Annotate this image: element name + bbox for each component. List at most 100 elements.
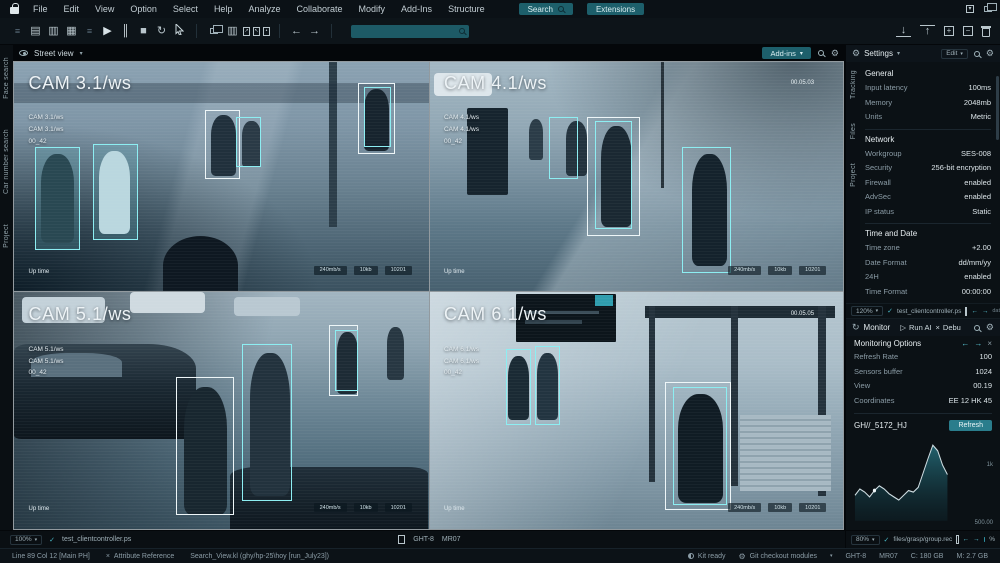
chevron-down-icon[interactable]: ▾ — [80, 50, 83, 57]
toolbar-separator — [331, 24, 332, 38]
upload-icon[interactable]: ↑ — [920, 25, 935, 37]
menubar-search-box[interactable]: Search — [519, 3, 573, 15]
cam-4-feed[interactable]: CAM 4.1/ws CAM 4.1/ws CAM 4.1/ws 00_42 0… — [429, 62, 844, 291]
forward-icon[interactable]: → — [307, 26, 322, 37]
cursor-icon[interactable] — [172, 24, 187, 38]
windows-icon[interactable] — [984, 6, 992, 12]
menu-edit[interactable]: Edit — [56, 4, 88, 14]
refresh-button[interactable]: Refresh — [949, 420, 992, 431]
menu-select[interactable]: Select — [165, 4, 206, 14]
panels-icon[interactable]: ▥ — [225, 26, 240, 37]
close-icon[interactable]: × — [987, 339, 992, 348]
menu-addins[interactable]: Add-Ins — [393, 4, 440, 14]
cam-6-feed[interactable]: CAM 6.1/ws CAM 6.1/ws CAM 6.1/ws 00_42 0… — [429, 291, 844, 529]
chevron-down-icon[interactable]: ▾ — [897, 50, 900, 57]
extensions-button[interactable]: Extensions — [587, 3, 644, 15]
sidebar-item-car-number-search[interactable]: Car number search — [3, 129, 10, 194]
app-window: File Edit View Option Select Help Analyz… — [0, 0, 1000, 563]
zoom-dropdown[interactable]: 80%▾ — [851, 535, 880, 545]
add-icon[interactable]: + — [944, 26, 954, 36]
tab-street-view[interactable]: Street view — [34, 49, 74, 58]
file-icon[interactable] — [965, 307, 967, 316]
next-icon[interactable]: → — [973, 536, 980, 543]
gear-icon[interactable]: ⚙ — [986, 322, 994, 333]
layers-tool-icon[interactable]: ▤ — [28, 26, 43, 37]
stop-icon[interactable]: ■ — [136, 26, 151, 37]
active-file-label[interactable]: test_clientcontroller.ps — [62, 536, 131, 543]
file-icon[interactable] — [956, 535, 958, 544]
monitor-title: Monitor — [864, 323, 891, 332]
menu-analyze[interactable]: Analyze — [240, 4, 288, 14]
cam-5-feed[interactable]: CAM 5.1/ws CAM 5.1/ws CAM 5.1/ws 00_42 U… — [14, 291, 429, 529]
file-icon[interactable] — [398, 535, 405, 544]
menu-structure[interactable]: Structure — [440, 4, 493, 14]
setting-row: Time zone+2.00 — [865, 241, 991, 256]
addins-button[interactable]: Add-ins ▾ — [762, 47, 810, 59]
chevron-down-icon[interactable]: ▾ — [830, 553, 833, 559]
chart-title: GH//_5172_HJ — [854, 421, 907, 430]
list-icon[interactable]: ≡ — [82, 27, 97, 36]
tab-files[interactable]: Files — [850, 123, 857, 139]
import-page-icon[interactable]: ↖ — [253, 27, 260, 36]
debug-button[interactable]: × Debu — [936, 323, 961, 332]
menu-modify[interactable]: Modify — [351, 4, 394, 14]
widget-icon[interactable]: ▾ — [966, 5, 974, 13]
cam-3-sublabels: CAM 3.1/ws CAM 3.1/ws 00_42 — [29, 112, 64, 147]
close-icon[interactable]: × — [106, 553, 110, 560]
active-file-label[interactable]: test_clientcontroller.ps — [897, 308, 961, 315]
gear-icon[interactable]: ⚙ — [831, 48, 839, 59]
remove-icon[interactable]: − — [963, 26, 973, 36]
toolbar-search-input[interactable] — [351, 25, 469, 38]
save-icon[interactable]: ▦ — [64, 26, 79, 37]
zoom-dropdown[interactable]: 120%▾ — [851, 306, 883, 316]
search-icon[interactable] — [974, 51, 980, 57]
next-icon[interactable]: → — [982, 308, 989, 315]
snap-tool-icon[interactable]: ▥ — [46, 26, 61, 37]
next-icon[interactable]: → — [974, 339, 982, 348]
prev-icon[interactable]: ← — [961, 339, 969, 348]
attribute-reference-label[interactable]: Attribute Reference — [114, 553, 174, 560]
menu-option[interactable]: Option — [122, 4, 165, 14]
tab-project[interactable]: Project — [850, 163, 857, 187]
prev-icon[interactable]: ← — [971, 308, 978, 315]
download-icon[interactable]: ↓ — [896, 25, 911, 37]
pause-icon[interactable]: ║ — [118, 26, 133, 37]
tab-tracking[interactable]: Tracking — [850, 70, 857, 99]
detection-box — [364, 87, 391, 146]
gear-icon[interactable]: ⚙ — [986, 48, 994, 59]
scrollbar[interactable] — [996, 76, 999, 140]
run-ai-button[interactable]: ▷ Run AI — [900, 323, 931, 332]
prev-icon[interactable]: ← — [963, 536, 970, 543]
frame-badge: 10201 — [799, 503, 826, 512]
sync-icon[interactable]: ↻ — [154, 26, 169, 37]
menu-help[interactable]: Help — [206, 4, 241, 14]
menu-file[interactable]: File — [25, 4, 56, 14]
zoom-dropdown[interactable]: 100%▾ — [10, 535, 42, 545]
export-page-icon[interactable]: ↗ — [243, 27, 250, 36]
sidebar-item-face-search[interactable]: Face search — [3, 57, 10, 99]
detection-box — [682, 147, 732, 273]
settings-header: ⚙ Settings ▾ Edit ▾ ⚙ — [846, 45, 1000, 62]
cam-3-feed[interactable]: CAM 3.1/ws CAM 3.1/ws CAM 3.1/ws 00_42 U… — [14, 62, 429, 291]
menubar-search-label: Search — [528, 5, 553, 14]
person-silhouette — [529, 119, 543, 160]
sidebar-item-project[interactable]: Project — [3, 224, 10, 248]
detection-box — [673, 387, 727, 506]
setting-value: SES-008 — [961, 147, 991, 162]
setting-value: 00:00:00 — [962, 285, 991, 300]
menu-collaborate[interactable]: Collaborate — [288, 4, 350, 14]
new-page-icon[interactable]: • — [263, 27, 270, 36]
back-icon[interactable]: ← — [289, 26, 304, 37]
record-file-label[interactable]: files/grasp/group.rec — [893, 536, 952, 543]
disk-usage: C: 180 GB — [911, 553, 944, 560]
edit-dropdown[interactable]: Edit ▾ — [941, 49, 968, 59]
play-icon[interactable]: ▶ — [100, 26, 115, 37]
git-status-label[interactable]: Git checkout modules — [750, 553, 817, 560]
settings-side-tabs: Tracking Files Project — [846, 62, 860, 303]
search-icon[interactable] — [974, 325, 980, 331]
monitor-label: Coordinates — [854, 394, 894, 409]
menu-view[interactable]: View — [87, 4, 122, 14]
search-icon[interactable] — [818, 50, 824, 56]
trash-icon[interactable] — [982, 28, 990, 37]
duplicate-window-icon[interactable] — [210, 28, 218, 34]
